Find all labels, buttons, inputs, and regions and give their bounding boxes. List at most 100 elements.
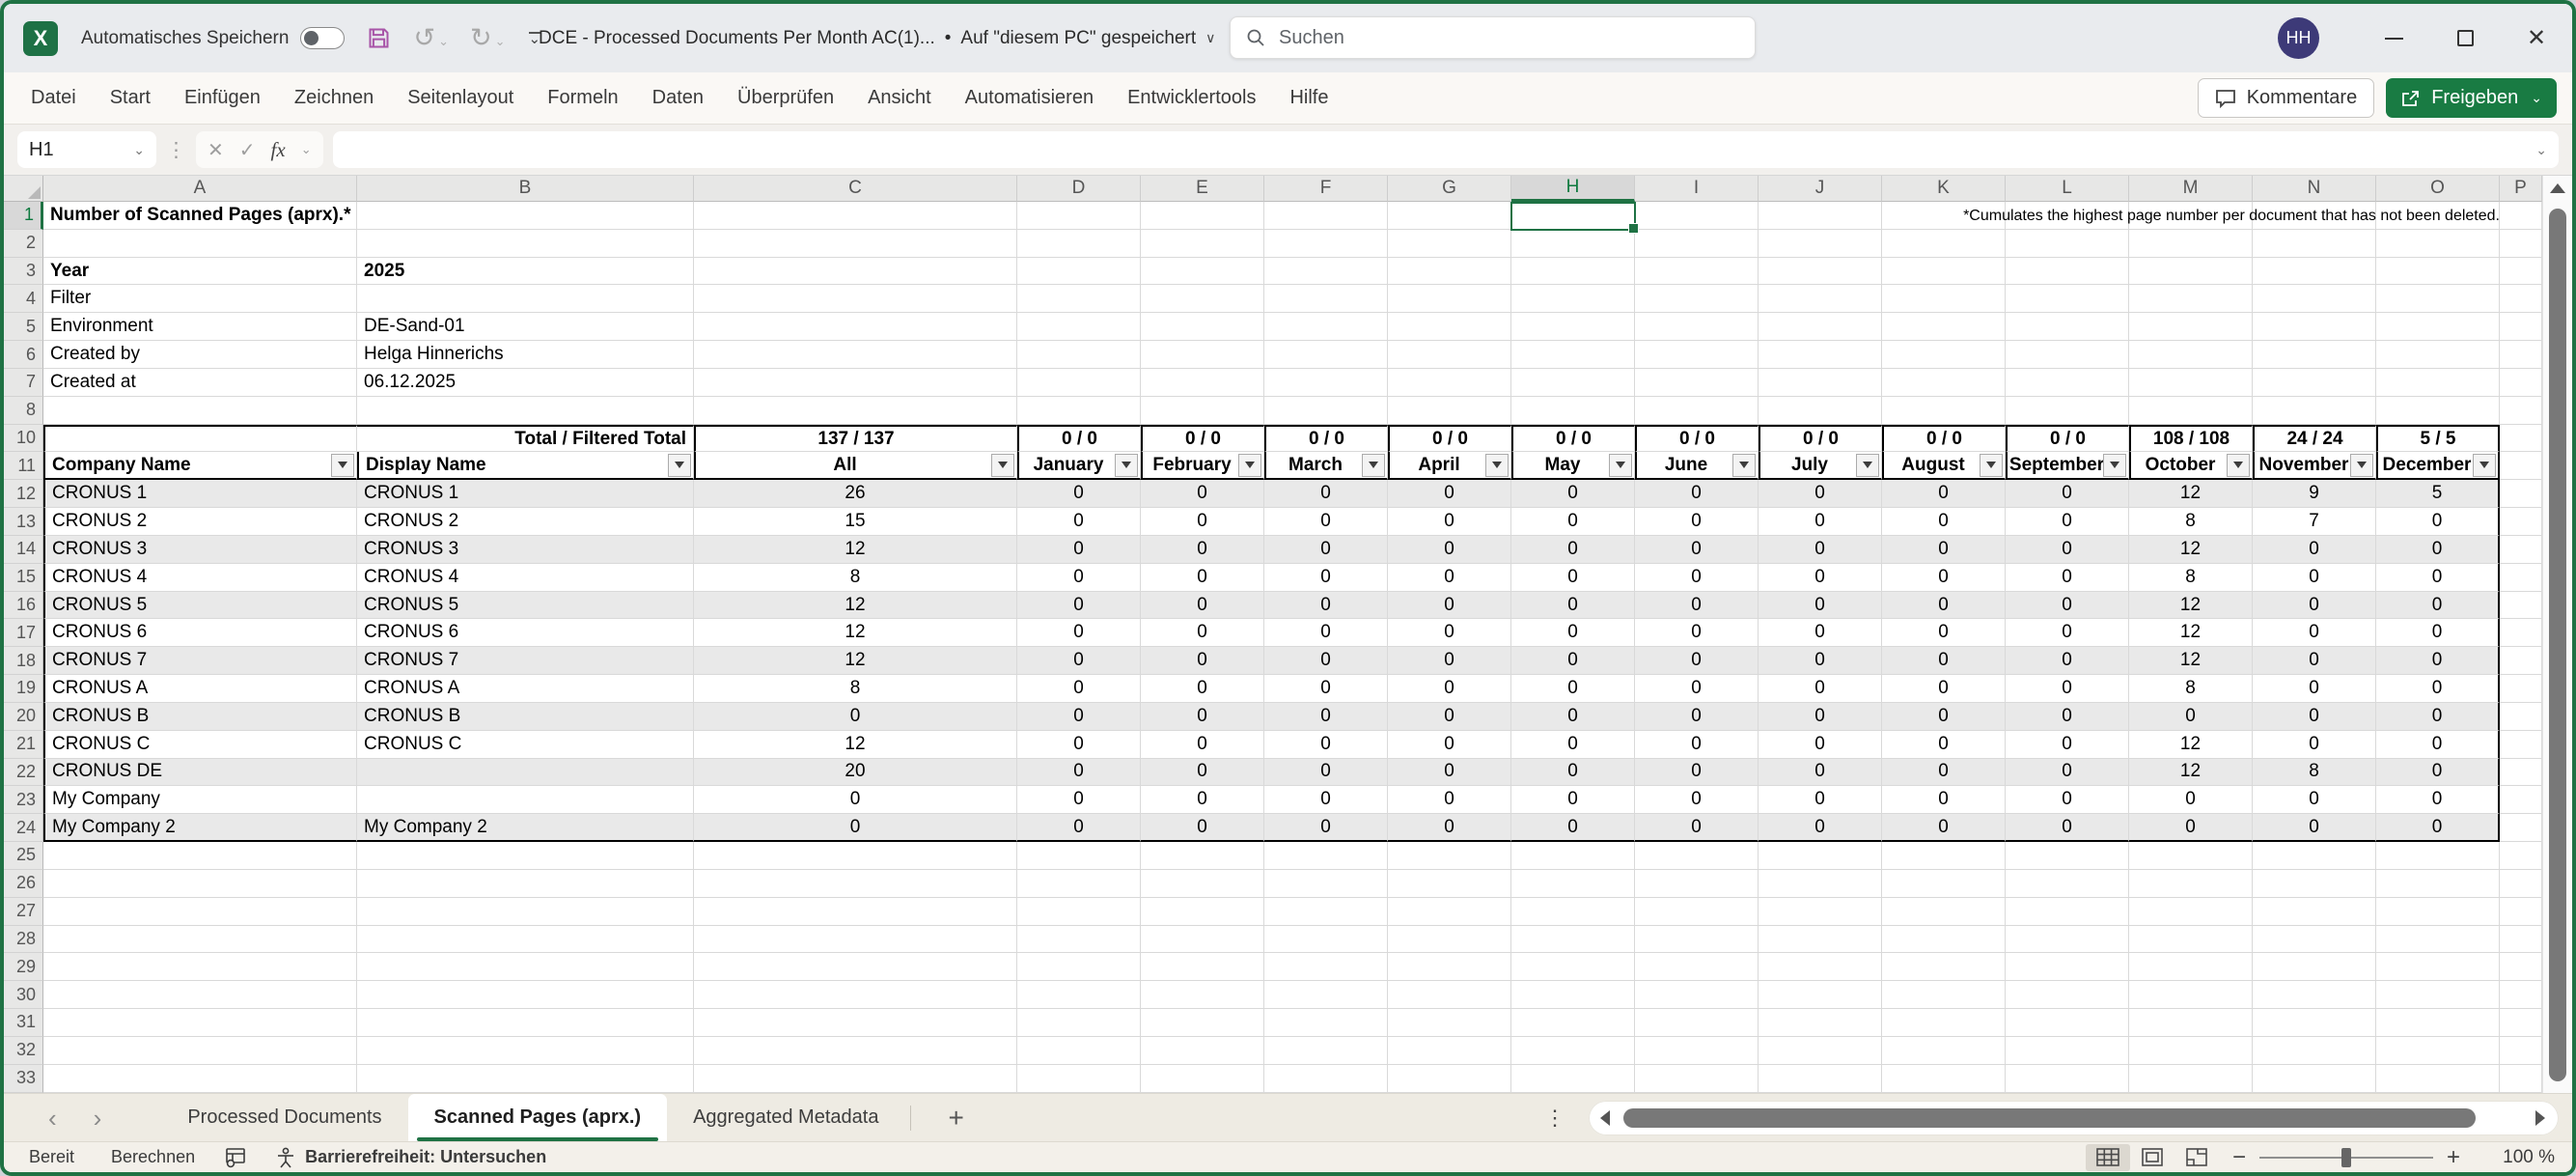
cell-E31[interactable] <box>1141 1009 1264 1037</box>
menu-tab-start[interactable]: Start <box>110 87 151 109</box>
cell-J14[interactable]: 0 <box>1759 536 1882 564</box>
cell-O31[interactable] <box>2376 1009 2500 1037</box>
cell-O7[interactable] <box>2376 369 2500 397</box>
name-box-caret-icon[interactable]: ⌄ <box>133 142 145 158</box>
cell-J22[interactable]: 0 <box>1759 759 1882 787</box>
filter-button-may[interactable] <box>1609 454 1632 477</box>
cell-A2[interactable] <box>43 230 357 258</box>
column-header-G[interactable]: G <box>1388 176 1511 202</box>
cell-G23[interactable]: 0 <box>1388 786 1511 814</box>
cell-D19[interactable]: 0 <box>1017 675 1141 703</box>
cell-M31[interactable] <box>2129 1009 2253 1037</box>
cell-I22[interactable]: 0 <box>1635 759 1759 787</box>
cell-C17[interactable]: 12 <box>694 619 1017 647</box>
cell-G33[interactable] <box>1388 1065 1511 1093</box>
sheet-tab-scanned-pages-aprx[interactable]: Scanned Pages (aprx.) <box>408 1094 668 1141</box>
cell-A31[interactable] <box>43 1009 357 1037</box>
filter-button-january[interactable] <box>1115 454 1138 477</box>
cell-F8[interactable] <box>1264 397 1388 425</box>
cell-P7[interactable] <box>2500 369 2542 397</box>
cell-D8[interactable] <box>1017 397 1141 425</box>
cell-B31[interactable] <box>357 1009 694 1037</box>
menu-tab-daten[interactable]: Daten <box>652 87 704 109</box>
zoom-in-button[interactable]: + <box>2447 1146 2460 1169</box>
cell-P29[interactable] <box>2500 953 2542 981</box>
cell-C1[interactable] <box>694 202 1017 230</box>
cell-L13[interactable]: 0 <box>2006 508 2129 536</box>
cell-A22[interactable]: CRONUS DE <box>43 759 357 787</box>
cell-E22[interactable]: 0 <box>1141 759 1264 787</box>
cell-O12[interactable]: 5 <box>2376 480 2500 508</box>
cell-P14[interactable] <box>2500 536 2542 564</box>
zoom-slider[interactable] <box>2259 1157 2433 1159</box>
cell-P16[interactable] <box>2500 592 2542 620</box>
cell-L23[interactable]: 0 <box>2006 786 2129 814</box>
cell-G14[interactable]: 0 <box>1388 536 1511 564</box>
cell-I26[interactable] <box>1635 870 1759 898</box>
cell-N29[interactable] <box>2253 953 2376 981</box>
cell-A6[interactable]: Created by <box>43 341 357 369</box>
horizontal-scrollbar-thumb[interactable] <box>1623 1108 2476 1128</box>
cell-H13[interactable]: 0 <box>1511 508 1635 536</box>
cell-M2[interactable] <box>2129 230 2253 258</box>
cell-F4[interactable] <box>1264 285 1388 313</box>
cell-F28[interactable] <box>1264 926 1388 954</box>
cell-B24[interactable]: My Company 2 <box>357 814 694 842</box>
cell-B29[interactable] <box>357 953 694 981</box>
row-header-27[interactable]: 27 <box>4 898 43 926</box>
cell-I4[interactable] <box>1635 285 1759 313</box>
cell-C4[interactable] <box>694 285 1017 313</box>
cell-J20[interactable]: 0 <box>1759 703 1882 731</box>
cell-N20[interactable]: 0 <box>2253 703 2376 731</box>
column-header-N[interactable]: N <box>2253 176 2376 202</box>
redo-button[interactable]: ↻⌄ <box>470 23 506 53</box>
cell-I21[interactable]: 0 <box>1635 731 1759 759</box>
cell-J8[interactable] <box>1759 397 1882 425</box>
cell-A5[interactable]: Environment <box>43 313 357 341</box>
cell-L6[interactable] <box>2006 341 2129 369</box>
cell-B16[interactable]: CRONUS 5 <box>357 592 694 620</box>
cell-C28[interactable] <box>694 926 1017 954</box>
cell-D30[interactable] <box>1017 981 1141 1009</box>
cell-P28[interactable] <box>2500 926 2542 954</box>
menu-tab-automatisieren[interactable]: Automatisieren <box>965 87 1094 109</box>
undo-button[interactable]: ↺⌄ <box>413 23 449 53</box>
cell-H24[interactable]: 0 <box>1511 814 1635 842</box>
row-header-29[interactable]: 29 <box>4 953 43 981</box>
cell-D28[interactable] <box>1017 926 1141 954</box>
accessibility-icon[interactable] <box>276 1147 295 1168</box>
cell-C29[interactable] <box>694 953 1017 981</box>
cell-C32[interactable] <box>694 1037 1017 1065</box>
cell-F18[interactable]: 0 <box>1264 647 1388 675</box>
cell-G8[interactable] <box>1388 397 1511 425</box>
cell-A30[interactable] <box>43 981 357 1009</box>
cell-H29[interactable] <box>1511 953 1635 981</box>
cell-O27[interactable] <box>2376 898 2500 926</box>
cell-B25[interactable] <box>357 842 694 870</box>
cell-D13[interactable]: 0 <box>1017 508 1141 536</box>
cell-O10[interactable]: 5 / 5 <box>2376 425 2500 453</box>
name-box[interactable]: H1 ⌄ <box>17 131 156 168</box>
cell-G16[interactable]: 0 <box>1388 592 1511 620</box>
cell-H4[interactable] <box>1511 285 1635 313</box>
cell-B4[interactable] <box>357 285 694 313</box>
cell-K1[interactable] <box>1882 202 2006 230</box>
cell-J3[interactable] <box>1759 258 1882 286</box>
close-button[interactable]: ✕ <box>2501 4 2572 72</box>
cell-P23[interactable] <box>2500 786 2542 814</box>
cell-E16[interactable]: 0 <box>1141 592 1264 620</box>
cell-I2[interactable] <box>1635 230 1759 258</box>
cell-D14[interactable]: 0 <box>1017 536 1141 564</box>
cell-G1[interactable] <box>1388 202 1511 230</box>
cell-A1[interactable]: Number of Scanned Pages (aprx).* <box>43 202 357 230</box>
cell-C25[interactable] <box>694 842 1017 870</box>
cell-A11[interactable]: Company Name <box>43 452 357 480</box>
cell-P15[interactable] <box>2500 564 2542 592</box>
cell-E2[interactable] <box>1141 230 1264 258</box>
page-break-view-button[interactable] <box>2174 1144 2219 1171</box>
cell-A27[interactable] <box>43 898 357 926</box>
save-location-caret-icon[interactable]: ∨ <box>1205 30 1215 46</box>
cell-J18[interactable]: 0 <box>1759 647 1882 675</box>
cell-F25[interactable] <box>1264 842 1388 870</box>
cell-H10[interactable]: 0 / 0 <box>1511 425 1635 453</box>
